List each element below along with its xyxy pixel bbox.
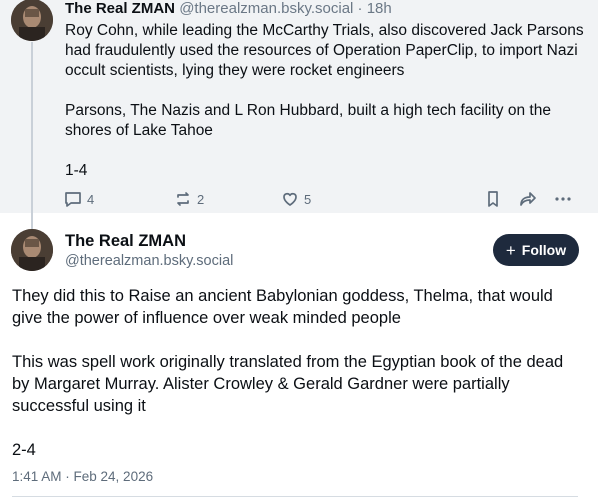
like-icon	[280, 189, 300, 209]
post-timestamp[interactable]: 1:41 AM · Feb 24, 2026	[12, 468, 153, 486]
bookmark-button[interactable]	[483, 189, 503, 209]
post-time[interactable]: 18h	[367, 0, 392, 17]
post-paragraph: They did this to Raise an ancient Babylo…	[12, 287, 553, 327]
repost-icon	[173, 189, 193, 209]
more-options-button[interactable]	[553, 189, 573, 209]
follow-button[interactable]: + Follow	[493, 234, 579, 266]
divider	[12, 496, 578, 497]
post-paragraph: 2-4	[12, 441, 36, 459]
reply-button[interactable]: 4	[63, 189, 94, 209]
bookmark-icon	[483, 189, 503, 209]
post-paragraph: 1-4	[65, 162, 88, 179]
like-button[interactable]: 5	[280, 189, 311, 209]
author-name[interactable]: The Real ZMAN	[65, 231, 186, 251]
share-icon	[518, 189, 538, 209]
post-header: The Real ZMAN @therealzman.bsky.social ·…	[65, 0, 392, 18]
author-handle[interactable]: @therealzman.bsky.social	[65, 252, 233, 270]
reply-count: 4	[87, 191, 95, 207]
post-paragraph: This was spell work originally translate…	[12, 353, 564, 415]
post-text: They did this to Raise an ancient Babylo…	[12, 285, 582, 461]
author-name[interactable]: The Real ZMAN	[65, 0, 175, 17]
repost-button[interactable]: 2	[173, 189, 204, 209]
share-button[interactable]	[518, 189, 538, 209]
repost-count: 2	[197, 191, 205, 207]
more-icon	[553, 189, 573, 209]
post-paragraph: Parsons, The Nazis and L Ron Hubbard, bu…	[65, 102, 551, 139]
like-count: 5	[304, 191, 312, 207]
post-actions: 4 2 5	[63, 189, 583, 211]
post-paragraph: Roy Cohn, while leading the McCarthy Tri…	[65, 22, 584, 79]
plus-icon: +	[505, 240, 516, 260]
meta-separator: ·	[357, 0, 363, 17]
follow-label: Follow	[521, 242, 567, 258]
avatar[interactable]	[11, 229, 53, 271]
thread-line	[31, 42, 33, 232]
parent-post[interactable]: The Real ZMAN @therealzman.bsky.social ·…	[0, 0, 598, 232]
author-handle[interactable]: @therealzman.bsky.social	[179, 0, 353, 17]
post-text: Roy Cohn, while leading the McCarthy Tri…	[65, 21, 585, 181]
avatar[interactable]	[11, 0, 53, 41]
reply-icon	[63, 189, 83, 209]
